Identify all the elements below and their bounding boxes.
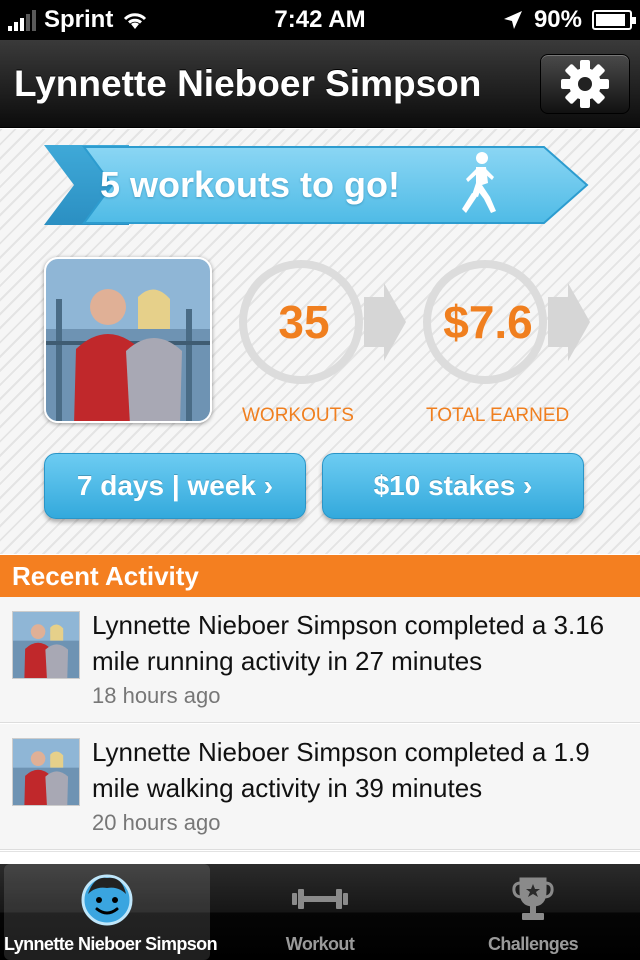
location-arrow-icon (503, 11, 522, 29)
activity-time: 18 hours ago (92, 683, 221, 708)
tab-workout-label: Workout (285, 934, 355, 954)
activity-item[interactable]: Lynnette Nieboer Simpson completed a 3.1… (0, 597, 640, 723)
list-bottom-divider (0, 851, 640, 864)
goal-banner: 5 workouts to go! (44, 145, 589, 225)
schedule-button[interactable]: 7 days | week › (44, 453, 306, 519)
goal-banner-text: 5 workouts to go! (100, 164, 400, 205)
activity-time: 20 hours ago (92, 810, 221, 835)
total-earned-label: TOTAL EARNED (426, 405, 570, 426)
settings-button[interactable] (540, 54, 630, 114)
status-bar: Sprint 7:42 AM 90% (0, 0, 640, 40)
tab-workout[interactable]: Workout (216, 864, 424, 960)
dumbbell-icon (292, 889, 348, 909)
activity-item[interactable]: Lynnette Nieboer Simpson completed a 1.9… (0, 724, 640, 850)
tab-challenges[interactable]: Challenges (430, 864, 636, 960)
tab-profile-label: Lynnette Nieboer Simpson (4, 934, 218, 954)
profile-face-icon (81, 874, 133, 926)
gear-icon (561, 60, 609, 108)
tab-bar: Lynnette Nieboer Simpson Workout Challen… (0, 864, 640, 960)
workouts-label: WORKOUTS (242, 405, 354, 426)
page-title: Lynnette Nieboer Simpson (14, 63, 482, 104)
activity-avatar (12, 738, 80, 806)
nav-bar: Lynnette Nieboer Simpson (0, 40, 640, 128)
trophy-icon (512, 877, 554, 920)
activity-avatar (12, 611, 80, 679)
battery-icon (592, 10, 636, 30)
profile-summary: 5 workouts to go! 35 WORKOUTS $7.6 TOTAL… (0, 129, 640, 554)
profile-photo (44, 257, 212, 423)
activity-text: Lynnette Nieboer Simpson completed a 1.9… (92, 737, 590, 803)
total-earned-value: $7.6 (443, 296, 533, 348)
runner-icon (462, 152, 496, 213)
activity-text: Lynnette Nieboer Simpson completed a 3.1… (92, 610, 605, 676)
recent-activity-header: Recent Activity (0, 555, 640, 597)
tab-profile[interactable]: Lynnette Nieboer Simpson (4, 864, 218, 960)
workouts-count: 35 (278, 296, 330, 348)
stakes-button[interactable]: $10 stakes › (322, 453, 584, 519)
battery-percent: 90% (533, 6, 582, 33)
tab-challenges-label: Challenges (487, 934, 579, 954)
